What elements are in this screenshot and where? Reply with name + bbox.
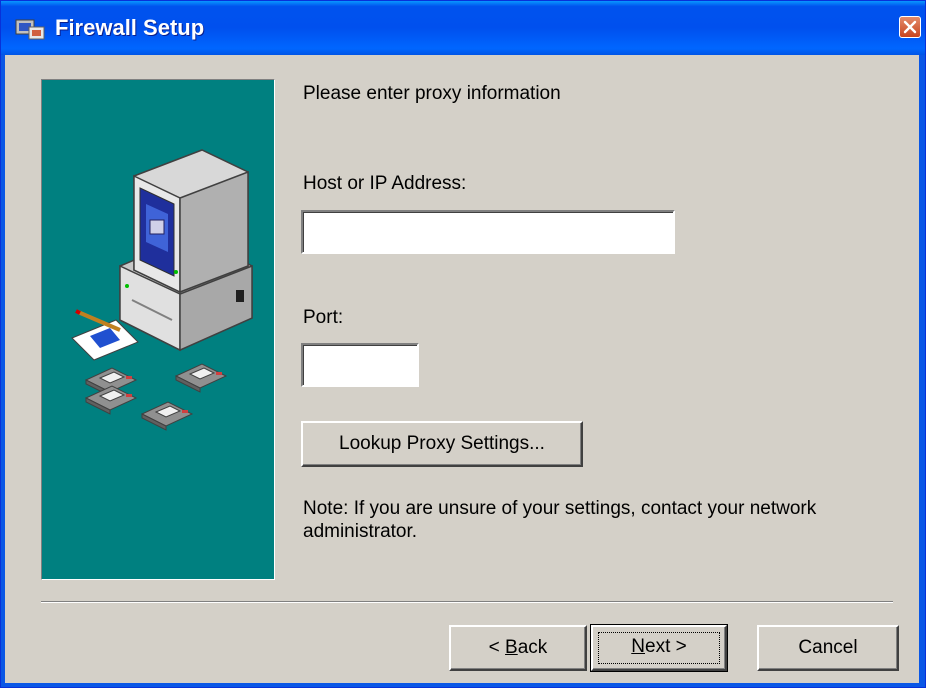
- close-button[interactable]: [899, 16, 921, 38]
- back-rest: ack: [517, 637, 548, 658]
- note-text: Note: If you are unsure of your settings…: [303, 498, 817, 542]
- lookup-proxy-settings-button[interactable]: Lookup Proxy Settings...: [301, 421, 583, 467]
- port-label: Port:: [303, 307, 344, 328]
- title-bar[interactable]: Firewall Setup: [1, 1, 925, 55]
- separator-line: [41, 601, 893, 603]
- back-prefix: <: [488, 637, 506, 658]
- dialog-body: Please enter proxy information Host or I…: [5, 55, 919, 683]
- instruction-heading: Please enter proxy information: [303, 83, 561, 104]
- window-title: Firewall Setup: [55, 15, 205, 40]
- host-label: Host or IP Address:: [303, 173, 467, 194]
- firewall-setup-window: Firewall Setup Please enter proxy inform…: [0, 0, 926, 688]
- port-input[interactable]: [301, 343, 419, 387]
- close-icon: [903, 20, 917, 34]
- next-button[interactable]: Next >: [590, 624, 728, 672]
- host-input[interactable]: [301, 210, 675, 254]
- setup-app-icon: [15, 19, 45, 40]
- cancel-button[interactable]: Cancel: [757, 625, 899, 671]
- computer-with-disks-illustration: [71, 149, 253, 431]
- focus-rectangle: [598, 632, 720, 664]
- wizard-side-panel: [41, 79, 275, 580]
- back-button[interactable]: < Back: [449, 625, 587, 671]
- back-mnemonic: B: [505, 637, 518, 658]
